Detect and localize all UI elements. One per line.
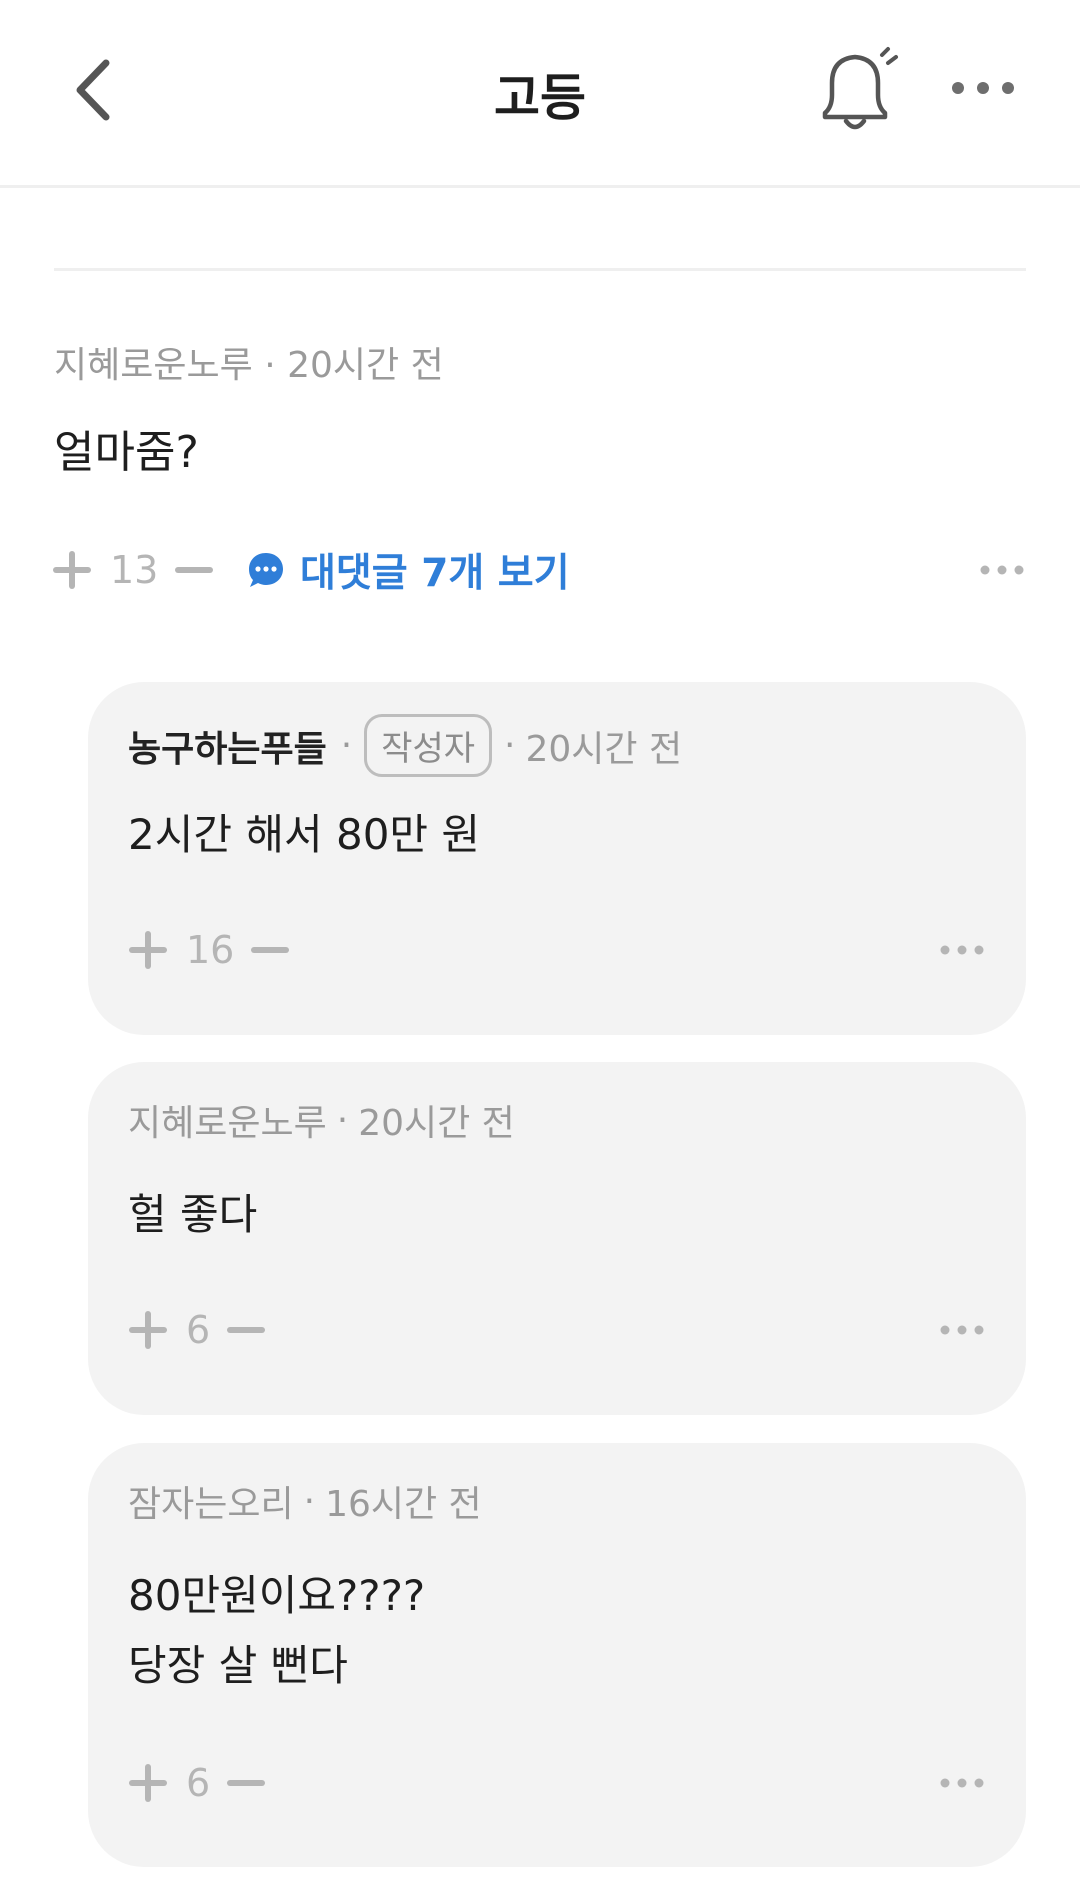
reply-meta: 잠자는오리 · 16시간 전: [128, 1475, 482, 1527]
vote-count: 6: [186, 1761, 211, 1805]
comment-time: 20시간 전: [287, 345, 444, 386]
reply-body: 80만원이요???? 당장 살 뻔다: [128, 1571, 426, 1690]
meta-separator: ·: [504, 725, 516, 766]
reply-body: 헐 좋다: [128, 1190, 258, 1239]
reply-author[interactable]: 농구하는푸들: [128, 720, 327, 772]
reply-time: 16시간 전: [325, 1484, 482, 1525]
comment-author[interactable]: 지혜로운노루: [54, 345, 253, 386]
reply-body: 2시간 해서 80만 원: [128, 810, 481, 859]
bell-icon: [822, 47, 898, 130]
reply-author[interactable]: 잠자는오리: [128, 1475, 294, 1527]
upvote-icon[interactable]: [128, 1310, 168, 1350]
reply-card: 지혜로운노루 · 20시간 전 헐 좋다 6: [88, 1062, 1026, 1415]
downvote-icon[interactable]: [250, 930, 290, 970]
meta-separator: ·: [336, 1099, 349, 1141]
upvote-icon[interactable]: [52, 550, 92, 590]
more-horizontal-icon: [940, 1778, 984, 1788]
more-horizontal-icon: [940, 1325, 984, 1335]
reply-meta: 지혜로운노루 · 20시간 전: [128, 1094, 515, 1146]
more-horizontal-icon: [952, 82, 1014, 94]
vote-count: 6: [186, 1308, 211, 1352]
meta-separator: ·: [303, 1480, 316, 1522]
author-badge: 작성자: [364, 714, 493, 777]
meta-separator: ·: [340, 725, 353, 766]
downvote-icon[interactable]: [174, 550, 214, 590]
reply-more-button[interactable]: [938, 938, 986, 962]
reply-more-button[interactable]: [938, 1318, 986, 1342]
comment-vote-row: 13: [52, 545, 214, 595]
reply-vote-row: 6: [128, 1305, 266, 1355]
downvote-icon[interactable]: [226, 1763, 266, 1803]
more-options-button[interactable]: [948, 68, 1018, 108]
reply-meta: 농구하는푸들 · 작성자 · 20시간 전: [128, 714, 682, 777]
top-app-bar: 고등: [0, 0, 1080, 188]
comment-meta: 지혜로운노루 · 20시간 전: [54, 336, 444, 388]
reply-author[interactable]: 지혜로운노루: [128, 1094, 327, 1146]
reply-vote-row: 16: [128, 925, 290, 975]
chat-bubble-icon: [249, 553, 283, 587]
upvote-icon[interactable]: [128, 930, 168, 970]
reply-card: 잠자는오리 · 16시간 전 80만원이요???? 당장 살 뻔다 6: [88, 1443, 1026, 1867]
view-replies-link[interactable]: 대댓글 7개 보기: [246, 545, 570, 596]
back-button[interactable]: [60, 55, 130, 125]
page-title: 고등: [494, 69, 586, 127]
section-divider: [54, 268, 1026, 271]
view-replies-label: 대댓글 7개 보기: [300, 551, 570, 596]
notification-button[interactable]: [810, 45, 900, 135]
more-horizontal-icon: [940, 945, 984, 955]
comment-body: 얼마줌?: [54, 427, 199, 478]
chevron-left-icon: [76, 59, 110, 121]
reply-time: 20시간 전: [525, 728, 683, 770]
comment-more-button[interactable]: [978, 558, 1026, 582]
upvote-icon[interactable]: [128, 1763, 168, 1803]
reply-card: 농구하는푸들 · 작성자 · 20시간 전 2시간 해서 80만 원 16: [88, 682, 1026, 1035]
vote-count: 13: [110, 548, 159, 592]
more-horizontal-icon: [980, 565, 1024, 575]
reply-time: 20시간 전: [358, 1103, 515, 1144]
vote-count: 16: [186, 928, 235, 972]
downvote-icon[interactable]: [226, 1310, 266, 1350]
meta-separator: ·: [264, 345, 276, 386]
reply-more-button[interactable]: [938, 1771, 986, 1795]
reply-vote-row: 6: [128, 1758, 266, 1808]
